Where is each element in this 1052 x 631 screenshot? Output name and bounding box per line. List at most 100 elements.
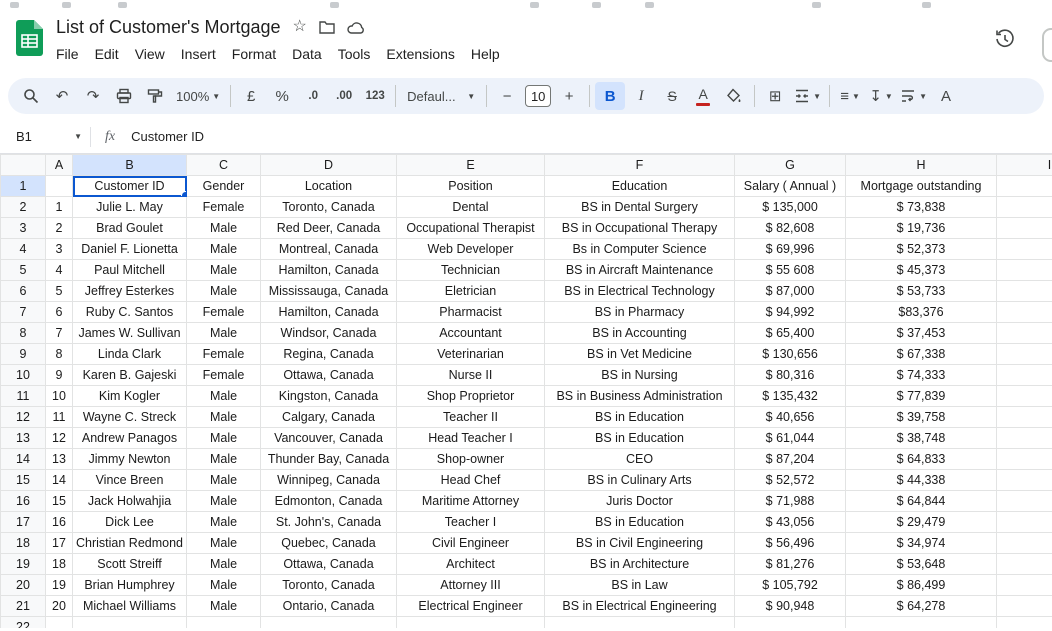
cell-I9[interactable] (996, 343, 1052, 365)
cell-G1[interactable]: Salary ( Annual ) (734, 175, 846, 197)
cell-E10[interactable]: Nurse II (396, 364, 545, 386)
cell-H12[interactable]: $ 39,758 (845, 406, 997, 428)
menu-file[interactable]: File (48, 43, 87, 65)
menu-format[interactable]: Format (224, 43, 284, 65)
cell-H2[interactable]: $ 73,838 (845, 196, 997, 218)
cell-I15[interactable] (996, 469, 1052, 491)
cell-I19[interactable] (996, 553, 1052, 575)
cell-A12[interactable]: 11 (45, 406, 73, 428)
cell-D16[interactable]: Edmonton, Canada (260, 490, 397, 512)
cell-H4[interactable]: $ 52,373 (845, 238, 997, 260)
cell-D19[interactable]: Ottawa, Canada (260, 553, 397, 575)
row-header-2[interactable]: 2 (0, 196, 46, 218)
row-header-7[interactable]: 7 (0, 301, 46, 323)
cell-E11[interactable]: Shop Proprietor (396, 385, 545, 407)
column-header-I[interactable]: I (996, 154, 1052, 176)
menu-edit[interactable]: Edit (87, 43, 127, 65)
text-rotation-button[interactable]: A (931, 82, 961, 110)
cell-D20[interactable]: Toronto, Canada (260, 574, 397, 596)
cell-H5[interactable]: $ 45,373 (845, 259, 997, 281)
cell-B8[interactable]: James W. Sullivan (72, 322, 187, 344)
cell-E9[interactable]: Veterinarian (396, 343, 545, 365)
strikethrough-button[interactable]: S (657, 82, 687, 110)
cell-G13[interactable]: $ 61,044 (734, 427, 846, 449)
row-header-9[interactable]: 9 (0, 343, 46, 365)
cell-F6[interactable]: BS in Electrical Technology (544, 280, 735, 302)
cell-A9[interactable]: 8 (45, 343, 73, 365)
cell-F2[interactable]: BS in Dental Surgery (544, 196, 735, 218)
print-button[interactable] (109, 82, 139, 110)
cell-B15[interactable]: Vince Breen (72, 469, 187, 491)
cell-I20[interactable] (996, 574, 1052, 596)
cell-D4[interactable]: Montreal, Canada (260, 238, 397, 260)
cell-A4[interactable]: 3 (45, 238, 73, 260)
row-header-8[interactable]: 8 (0, 322, 46, 344)
cell-F20[interactable]: BS in Law (544, 574, 735, 596)
menu-view[interactable]: View (127, 43, 173, 65)
cell-H20[interactable]: $ 86,499 (845, 574, 997, 596)
cell-I22[interactable] (996, 616, 1052, 628)
cell-G16[interactable]: $ 71,988 (734, 490, 846, 512)
cell-F21[interactable]: BS in Electrical Engineering (544, 595, 735, 617)
cell-H17[interactable]: $ 29,479 (845, 511, 997, 533)
cell-D13[interactable]: Vancouver, Canada (260, 427, 397, 449)
cell-D11[interactable]: Kingston, Canada (260, 385, 397, 407)
cell-B5[interactable]: Paul Mitchell (72, 259, 187, 281)
cell-A11[interactable]: 10 (45, 385, 73, 407)
cell-D10[interactable]: Ottawa, Canada (260, 364, 397, 386)
cell-F8[interactable]: BS in Accounting (544, 322, 735, 344)
borders-button[interactable]: ⊞ (760, 82, 790, 110)
cell-C5[interactable]: Male (186, 259, 261, 281)
cell-B7[interactable]: Ruby C. Santos (72, 301, 187, 323)
cell-A13[interactable]: 12 (45, 427, 73, 449)
cell-D8[interactable]: Windsor, Canada (260, 322, 397, 344)
cell-C14[interactable]: Male (186, 448, 261, 470)
cell-I6[interactable] (996, 280, 1052, 302)
cell-H9[interactable]: $ 67,338 (845, 343, 997, 365)
cell-E22[interactable] (396, 616, 545, 628)
cell-H22[interactable] (845, 616, 997, 628)
cell-A10[interactable]: 9 (45, 364, 73, 386)
cell-F14[interactable]: CEO (544, 448, 735, 470)
document-title[interactable]: List of Customer's Mortgage (56, 17, 281, 38)
cell-D12[interactable]: Calgary, Canada (260, 406, 397, 428)
cell-A14[interactable]: 13 (45, 448, 73, 470)
cell-C8[interactable]: Male (186, 322, 261, 344)
row-header-1[interactable]: 1 (0, 175, 46, 197)
cell-A7[interactable]: 6 (45, 301, 73, 323)
percent-format-button[interactable]: % (267, 82, 297, 110)
row-header-22[interactable]: 22 (0, 616, 46, 628)
cell-H8[interactable]: $ 37,453 (845, 322, 997, 344)
cell-F3[interactable]: BS in Occupational Therapy (544, 217, 735, 239)
cell-D17[interactable]: St. John's, Canada (260, 511, 397, 533)
cell-E12[interactable]: Teacher II (396, 406, 545, 428)
cell-A15[interactable]: 14 (45, 469, 73, 491)
grid-corner[interactable] (0, 154, 46, 176)
cell-F18[interactable]: BS in Civil Engineering (544, 532, 735, 554)
cell-G17[interactable]: $ 43,056 (734, 511, 846, 533)
cell-I7[interactable] (996, 301, 1052, 323)
cell-F17[interactable]: BS in Education (544, 511, 735, 533)
cell-C17[interactable]: Male (186, 511, 261, 533)
cell-H1[interactable]: Mortgage outstanding (845, 175, 997, 197)
cell-E15[interactable]: Head Chef (396, 469, 545, 491)
font-family-select[interactable]: Defaul... ▼ (401, 82, 481, 110)
cell-H7[interactable]: $83,376 (845, 301, 997, 323)
fill-color-button[interactable] (719, 82, 749, 110)
cell-I16[interactable] (996, 490, 1052, 512)
cell-C11[interactable]: Male (186, 385, 261, 407)
cell-E4[interactable]: Web Developer (396, 238, 545, 260)
cell-F1[interactable]: Education (544, 175, 735, 197)
decrease-decimal-button[interactable]: .0 (298, 82, 328, 110)
menu-extensions[interactable]: Extensions (378, 43, 462, 65)
cell-C20[interactable]: Male (186, 574, 261, 596)
cell-H3[interactable]: $ 19,736 (845, 217, 997, 239)
menu-tools[interactable]: Tools (330, 43, 379, 65)
cell-C3[interactable]: Male (186, 217, 261, 239)
cell-B20[interactable]: Brian Humphrey (72, 574, 187, 596)
paint-format-button[interactable] (140, 82, 170, 110)
cell-A19[interactable]: 18 (45, 553, 73, 575)
cell-F13[interactable]: BS in Education (544, 427, 735, 449)
cell-I5[interactable] (996, 259, 1052, 281)
cell-B4[interactable]: Daniel F. Lionetta (72, 238, 187, 260)
